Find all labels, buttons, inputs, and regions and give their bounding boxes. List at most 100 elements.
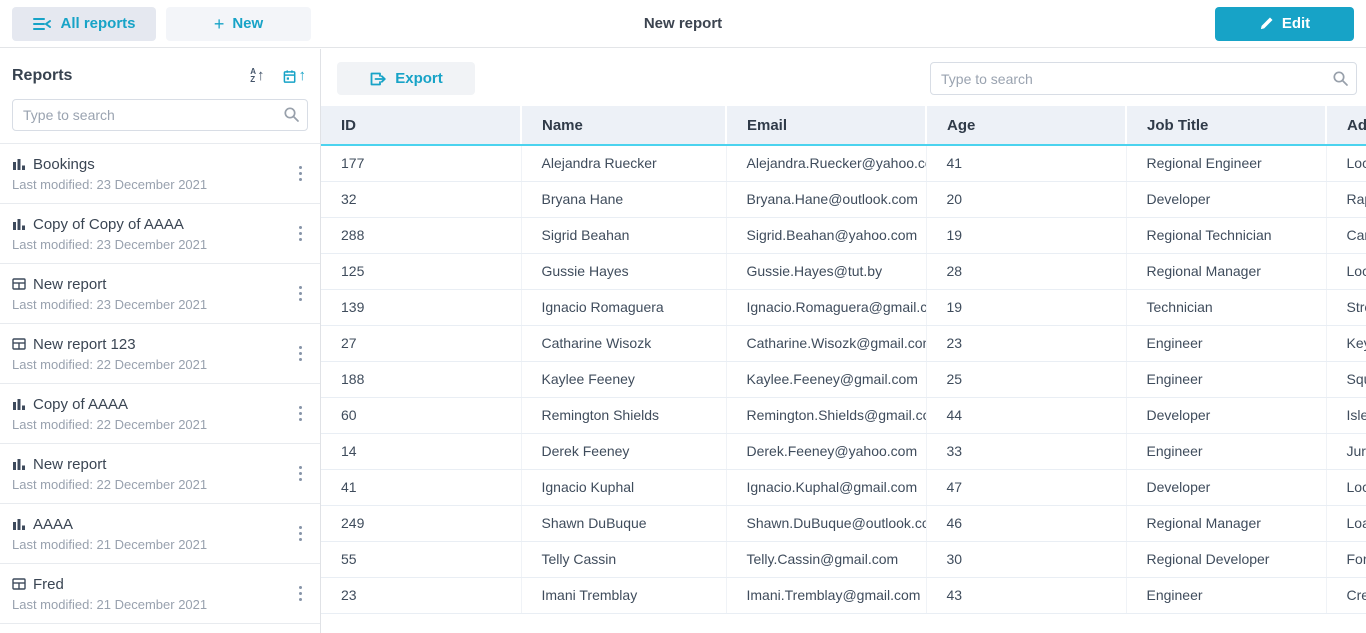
bar-chart-icon xyxy=(12,157,26,171)
table-cell-job: Regional Engineer xyxy=(1125,145,1326,182)
table-cell-age: 43 xyxy=(925,577,1126,614)
table-cell-email: Ignacio.Romaguera@gmail.com xyxy=(725,289,926,326)
table-cell-id: 14 xyxy=(321,433,521,470)
table-cell-job: Engineer xyxy=(1125,361,1326,398)
table-cell-id: 27 xyxy=(321,325,521,362)
kebab-menu-icon[interactable] xyxy=(291,220,310,247)
column-header[interactable]: Name xyxy=(520,106,726,146)
kebab-menu-icon[interactable] xyxy=(291,400,310,427)
table-cell-email: Telly.Cassin@gmail.com xyxy=(725,541,926,578)
report-list: Bookings Last modified: 23 December 2021 xyxy=(0,143,320,624)
column-header[interactable]: Email xyxy=(725,106,926,146)
table-cell-address: Loa xyxy=(1325,505,1366,542)
table-cell-name: Derek Feeney xyxy=(520,433,726,470)
table-row[interactable]: 125 Gussie Hayes Gussie.Hayes@tut.by 28 Regi… xyxy=(321,253,1366,290)
table-row[interactable]: 14 Derek Feeney Derek.Feeney@yahoo.com 33 En… xyxy=(321,433,1366,470)
sidebar-search-input[interactable] xyxy=(12,99,308,131)
sort-by-date-icon[interactable]: ↑ xyxy=(283,68,306,84)
table-row[interactable]: 139 Ignacio Romaguera Ignacio.Romaguera@gm… xyxy=(321,289,1366,326)
column-header[interactable]: ID xyxy=(321,106,521,146)
column-header[interactable]: Address xyxy=(1325,106,1366,146)
new-label: New xyxy=(232,15,264,32)
column-header[interactable]: Age xyxy=(925,106,1126,146)
table-cell-email: Catharine.Wisozk@gmail.com xyxy=(725,325,926,362)
table-cell-name: Shawn DuBuque xyxy=(520,505,726,542)
table-cell-job: Developer xyxy=(1125,181,1326,218)
table-cell-name: Telly Cassin xyxy=(520,541,726,578)
table-cell-address: Stre xyxy=(1325,289,1366,326)
export-button[interactable]: Export xyxy=(337,62,475,95)
bar-chart-icon xyxy=(12,517,26,531)
table-cell-age: 23 xyxy=(925,325,1126,362)
sidebar-search xyxy=(12,99,308,131)
report-list-item[interactable]: New report 123 Last modified: 22 Decembe… xyxy=(0,324,320,384)
report-list-item[interactable]: Copy of AAAA Last modified: 22 December … xyxy=(0,384,320,444)
table-cell-name: Sigrid Beahan xyxy=(520,217,726,254)
column-header[interactable]: Job Title xyxy=(1125,106,1326,146)
kebab-menu-icon[interactable] xyxy=(291,460,310,487)
table-cell-age: 28 xyxy=(925,253,1126,290)
table-cell-job: Engineer xyxy=(1125,325,1326,362)
table-cell-id: 125 xyxy=(321,253,521,290)
table-cell-name: Ignacio Kuphal xyxy=(520,469,726,506)
table-cell-id: 55 xyxy=(321,541,521,578)
table-row[interactable]: 27 Catharine Wisozk Catharine.Wisozk@gmail… xyxy=(321,325,1366,362)
report-title: Fred xyxy=(33,575,64,593)
report-title: New report xyxy=(33,275,107,293)
table-cell-job: Regional Developer xyxy=(1125,541,1326,578)
table-row[interactable]: 23 Imani Tremblay Imani.Tremblay@gmail.com… xyxy=(321,577,1366,614)
report-list-item[interactable]: Bookings Last modified: 23 December 2021 xyxy=(0,144,320,204)
report-list-item[interactable]: AAAA Last modified: 21 December 2021 xyxy=(0,504,320,564)
table-row[interactable]: 55 Telly Cassin Telly.Cassin@gmail.com 30 Re… xyxy=(321,541,1366,578)
table-cell-email: Kaylee.Feeney@gmail.com xyxy=(725,361,926,398)
table-row[interactable]: 249 Shawn DuBuque Shawn.DuBuque@outlook.co… xyxy=(321,505,1366,542)
table-cell-address: Loc xyxy=(1325,469,1366,506)
table-row[interactable]: 177 Alejandra Ruecker Alejandra.Ruecker@ya… xyxy=(321,145,1366,182)
page-title: New report xyxy=(643,15,723,32)
edit-button[interactable]: Edit xyxy=(1215,6,1354,41)
report-list-item[interactable]: New report Last modified: 22 December 20… xyxy=(0,444,320,504)
table-row[interactable]: 41 Ignacio Kuphal Ignacio.Kuphal@gmail.com… xyxy=(321,469,1366,506)
plus-icon: + xyxy=(213,13,225,34)
report-title: Copy of AAAA xyxy=(33,395,129,413)
bar-chart-icon xyxy=(12,217,26,231)
table-cell-address: Key xyxy=(1325,325,1366,362)
report-list-item[interactable]: Fred Last modified: 21 December 2021 xyxy=(0,564,320,624)
table-cell-name: Kaylee Feeney xyxy=(520,361,726,398)
table-cell-name: Alejandra Ruecker xyxy=(520,145,726,182)
table-row[interactable]: 288 Sigrid Beahan Sigrid.Beahan@yahoo.com 1… xyxy=(321,217,1366,254)
report-last-modified: Last modified: 23 December 2021 xyxy=(12,296,208,312)
table-row[interactable]: 32 Bryana Hane Bryana.Hane@outlook.com 20 De… xyxy=(321,181,1366,218)
new-report-button[interactable]: + New xyxy=(166,6,311,41)
table-cell-age: 30 xyxy=(925,541,1126,578)
report-list-item[interactable]: Copy of Copy of AAAA Last modified: 23 D… xyxy=(0,204,320,264)
kebab-menu-icon[interactable] xyxy=(291,160,310,187)
top-bar: All reports + New New report Edit xyxy=(0,0,1366,48)
table-row[interactable]: 60 Remington Shields Remington.Shields@gma… xyxy=(321,397,1366,434)
edit-label: Edit xyxy=(1281,15,1311,32)
table-cell-job: Regional Technician xyxy=(1125,217,1326,254)
table-cell-email: Alejandra.Ruecker@yahoo.com xyxy=(725,145,926,182)
table-cell-id: 41 xyxy=(321,469,521,506)
table-search-input[interactable] xyxy=(930,62,1357,95)
kebab-menu-icon[interactable] xyxy=(291,340,310,367)
table-row[interactable]: 188 Kaylee Feeney Kaylee.Feeney@gmail.com 2… xyxy=(321,361,1366,398)
table-icon xyxy=(12,337,26,351)
sort-alphabetical-icon[interactable]: A Z ↑ xyxy=(250,68,264,84)
report-list-item[interactable]: New report Last modified: 23 December 20… xyxy=(0,264,320,324)
table-cell-job: Developer xyxy=(1125,397,1326,434)
table-cell-email: Gussie.Hayes@tut.by xyxy=(725,253,926,290)
table-cell-age: 20 xyxy=(925,181,1126,218)
all-reports-button[interactable]: All reports xyxy=(12,6,156,41)
export-label: Export xyxy=(395,70,443,87)
kebab-menu-icon[interactable] xyxy=(291,280,310,307)
table-cell-address: Cre xyxy=(1325,577,1366,614)
table-cell-address: Isle xyxy=(1325,397,1366,434)
table-cell-job: Engineer xyxy=(1125,433,1326,470)
kebab-menu-icon[interactable] xyxy=(291,580,310,607)
reports-sidebar: Reports A Z ↑ ↑ Type to search Bookings … xyxy=(0,49,321,633)
collapse-list-icon xyxy=(32,17,52,31)
report-last-modified: Last modified: 21 December 2021 xyxy=(12,596,208,612)
main-toolbar: Export xyxy=(321,49,1366,106)
kebab-menu-icon[interactable] xyxy=(291,520,310,547)
